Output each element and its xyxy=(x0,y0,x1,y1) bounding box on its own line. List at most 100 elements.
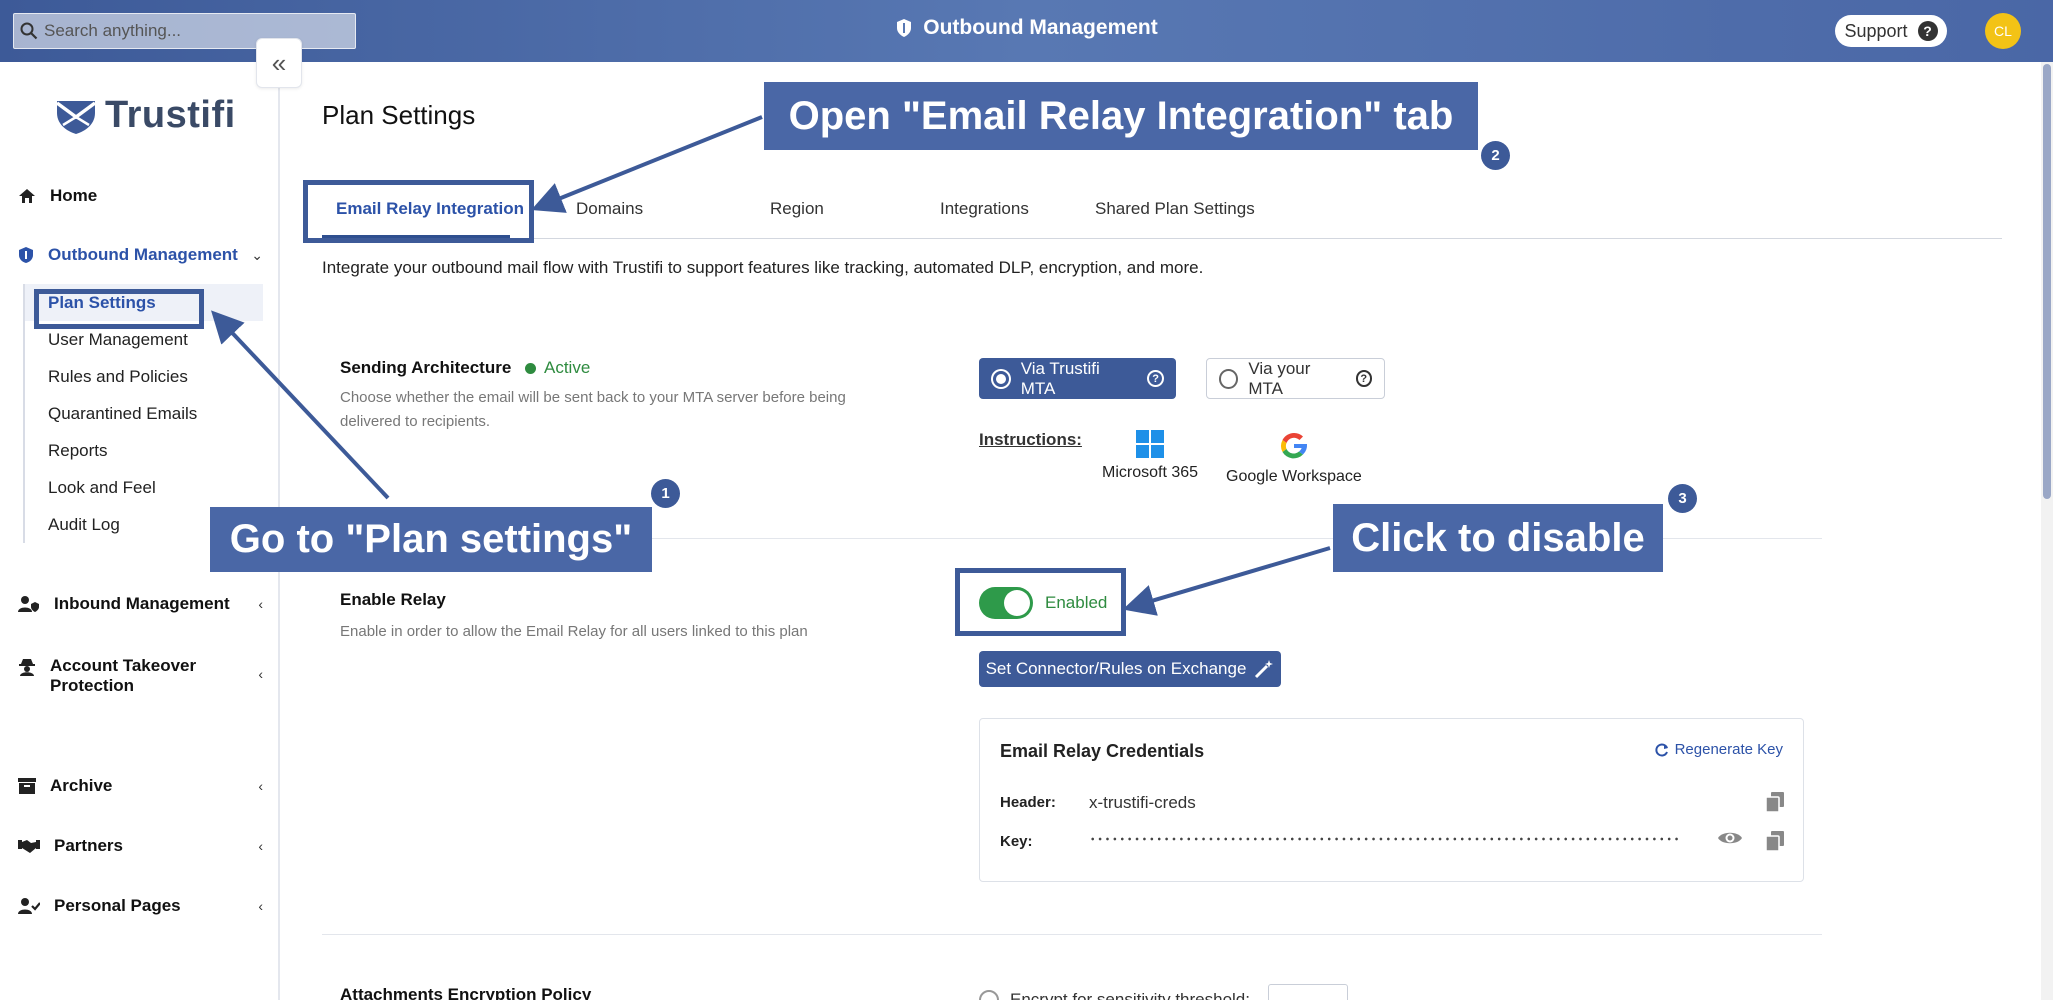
step3-callout: Click to disable xyxy=(1333,504,1663,572)
double-chevron-left-icon: « xyxy=(271,47,287,78)
scrollbar-thumb[interactable] xyxy=(2043,64,2051,499)
regenerate-key-link[interactable]: Regenerate Key xyxy=(1654,741,1783,758)
sidebar-item-account-takeover-protection[interactable]: Account Takeover Protection ‹ xyxy=(18,656,263,696)
intro-text: Integrate your outbound mail flow with T… xyxy=(322,258,1204,277)
attachments-encryption-policy-label: Attachments Encryption Policy xyxy=(340,985,592,1000)
chevron-left-icon: ‹ xyxy=(258,666,263,682)
logo-text: Trustifi xyxy=(105,94,236,136)
page-scrollbar[interactable] xyxy=(2041,62,2053,1000)
step1-badge: 1 xyxy=(651,479,680,508)
via-trustifi-mta-option[interactable]: Via Trustifi MTA ? xyxy=(979,358,1176,399)
app-title: Outbound Management xyxy=(0,16,2053,40)
step3-badge: 3 xyxy=(1668,484,1697,513)
section-divider xyxy=(322,934,1822,935)
support-button[interactable]: Support ? xyxy=(1835,15,1947,47)
sidebar-item-archive[interactable]: Archive ‹ xyxy=(18,776,263,796)
regenerate-key-label: Regenerate Key xyxy=(1674,741,1783,758)
via-your-mta-option[interactable]: Via your MTA ? xyxy=(1206,358,1385,399)
status-badge: Active xyxy=(525,358,590,378)
detective-icon xyxy=(19,659,35,676)
sidebar-item-label: Personal Pages xyxy=(54,896,181,915)
radio-selected-icon xyxy=(991,368,1011,389)
encrypt-threshold-label: Encrypt for sensitivity threshold: xyxy=(1010,990,1250,1000)
sidebar-item-label: Account Takeover Protection xyxy=(50,656,197,695)
sidebar-item-label: Home xyxy=(50,186,98,205)
radio-unselected-icon xyxy=(1219,368,1239,389)
plan-settings-highlight xyxy=(34,289,204,329)
sidebar-item-personal-pages[interactable]: Personal Pages ‹ xyxy=(18,896,263,916)
home-icon xyxy=(19,189,35,203)
sidebar-item-label: Inbound Management xyxy=(54,594,230,613)
app-title-text: Outbound Management xyxy=(923,16,1158,39)
step2-badge: 2 xyxy=(1481,141,1510,170)
tab-integrations[interactable]: Integrations xyxy=(940,199,1029,219)
step1-callout: Go to "Plan settings" xyxy=(210,507,652,572)
tab-region[interactable]: Region xyxy=(770,199,824,219)
logo[interactable]: Trustifi xyxy=(55,94,236,137)
google-workspace-instructions-link[interactable]: Google Workspace xyxy=(1226,430,1362,486)
sidebar-subitem-look-and-feel[interactable]: Look and Feel xyxy=(25,469,263,506)
header-value: x-trustifi-creds xyxy=(1089,793,1196,812)
sidebar-item-inbound-management[interactable]: Inbound Management ‹ xyxy=(18,594,263,614)
google-icon xyxy=(1280,432,1307,459)
enable-relay-label: Enable Relay xyxy=(340,590,446,609)
tab-bar: Email Relay Integration Domains Region I… xyxy=(322,185,2002,239)
microsoft-365-label: Microsoft 365 xyxy=(1102,464,1199,481)
credentials-title: Email Relay Credentials xyxy=(1000,741,1205,761)
tab-highlight xyxy=(303,180,534,243)
sending-architecture-desc: Choose whether the email will be sent ba… xyxy=(340,386,846,434)
desc-line: Choose whether the email will be sent ba… xyxy=(340,389,846,406)
button-label: Set Connector/Rules on Exchange xyxy=(985,659,1247,678)
avatar[interactable]: CL xyxy=(1985,13,2021,49)
key-label: Key: xyxy=(1000,833,1033,850)
google-workspace-label: Google Workspace xyxy=(1226,468,1362,485)
step2-callout: Open "Email Relay Integration" tab xyxy=(764,82,1478,150)
tab-shared-plan-settings[interactable]: Shared Plan Settings xyxy=(1095,199,1255,219)
sidebar-item-label: Outbound Management xyxy=(48,245,238,264)
eye-icon[interactable] xyxy=(1717,829,1743,847)
question-icon: ? xyxy=(1917,21,1938,41)
copy-key-icon[interactable] xyxy=(1766,831,1784,851)
option-label: Via Trustifi MTA xyxy=(1020,358,1100,398)
sidebar-subitem-quarantined-emails[interactable]: Quarantined Emails xyxy=(25,395,263,432)
encrypt-threshold-radio[interactable] xyxy=(979,990,999,1000)
user-shield-icon xyxy=(18,596,39,612)
sidebar-item-home[interactable]: Home xyxy=(18,186,263,206)
desc-line: delivered to recipients. xyxy=(340,413,491,430)
microsoft-365-instructions-link[interactable]: Microsoft 365 xyxy=(1102,430,1198,482)
shield-icon xyxy=(19,247,33,263)
threshold-input[interactable] xyxy=(1268,984,1348,1000)
set-connector-rules-button[interactable]: Set Connector/Rules on Exchange xyxy=(979,651,1281,687)
enable-relay-desc: Enable in order to allow the Email Relay… xyxy=(340,623,808,640)
chevron-left-icon: ‹ xyxy=(258,778,263,794)
email-relay-credentials-card: Email Relay Credentials Regenerate Key H… xyxy=(979,718,1804,882)
page-title: Plan Settings xyxy=(322,100,476,130)
collapse-sidebar-button[interactable]: « xyxy=(256,38,302,88)
chevron-left-icon: ‹ xyxy=(258,596,263,612)
option-label: Via your MTA xyxy=(1248,358,1311,398)
archive-icon xyxy=(18,778,36,794)
copy-header-icon[interactable] xyxy=(1766,792,1784,812)
chevron-left-icon: ‹ xyxy=(258,838,263,854)
trustifi-logo-icon xyxy=(55,100,97,134)
chevron-down-icon: ⌄ xyxy=(251,246,263,263)
sidebar-item-outbound-management[interactable]: Outbound Management ⌄ xyxy=(18,245,263,265)
chevron-left-icon: ‹ xyxy=(258,898,263,914)
sidebar-subitem-rules-and-policies[interactable]: Rules and Policies xyxy=(25,358,263,395)
key-value-masked xyxy=(1089,837,1681,841)
sidebar-item-partners[interactable]: Partners ‹ xyxy=(18,836,263,856)
help-icon[interactable]: ? xyxy=(1355,370,1373,387)
status-dot-icon xyxy=(525,362,536,374)
help-icon[interactable]: ? xyxy=(1147,370,1164,387)
sending-architecture-label: Sending Architecture xyxy=(340,358,512,377)
windows-icon xyxy=(1136,430,1165,458)
sidebar-item-label: Partners xyxy=(54,836,123,855)
status-text: Active xyxy=(544,358,591,377)
user-check-icon xyxy=(18,898,40,914)
shield-icon xyxy=(897,19,912,37)
sidebar-subitem-reports[interactable]: Reports xyxy=(25,432,263,469)
top-bar: Outbound Management Support ? CL xyxy=(0,0,2053,62)
handshake-icon xyxy=(18,840,40,853)
support-label: Support xyxy=(1844,20,1908,41)
tab-domains[interactable]: Domains xyxy=(576,199,643,219)
